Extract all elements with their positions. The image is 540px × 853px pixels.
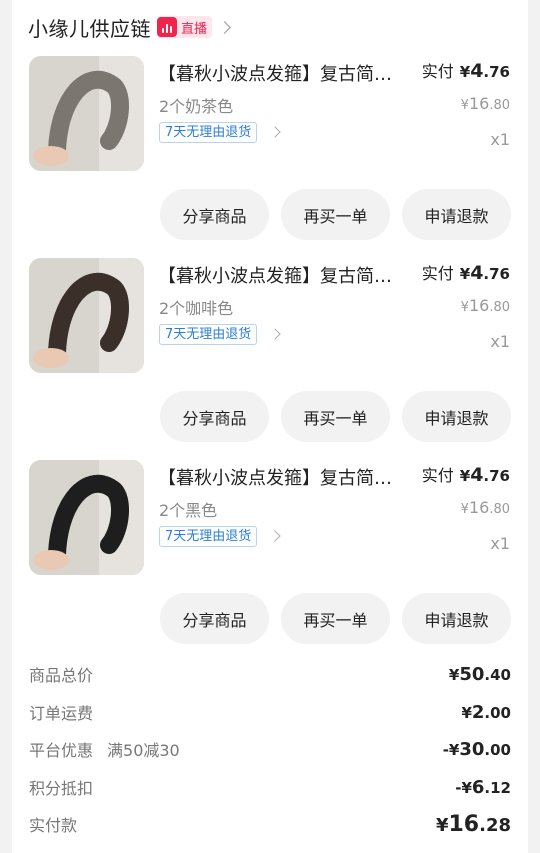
- original-price-decimal: .80: [489, 98, 510, 113]
- shop-header[interactable]: 小缘儿供应链 直播: [28, 12, 231, 42]
- price-symbol: ¥: [459, 265, 471, 283]
- request-refund-button[interactable]: 申请退款: [402, 593, 511, 644]
- product-variant: 2个奶茶色: [159, 97, 234, 116]
- price-integer: 4: [470, 464, 484, 486]
- quantity: x1: [490, 130, 510, 149]
- summary-paid-symbol: ¥: [435, 814, 449, 836]
- share-product-button[interactable]: 分享商品: [160, 391, 269, 442]
- price-decimal: .76: [483, 265, 510, 283]
- price-symbol: ¥: [459, 63, 471, 81]
- summary-shipping-row: 订单运费 ¥2.00: [29, 698, 511, 726]
- original-price-integer: 16: [468, 296, 490, 315]
- product-title[interactable]: 【暮秋小波点发箍】复古简约波点发箍: [158, 464, 408, 490]
- original-price-symbol: ¥: [460, 98, 469, 113]
- price-decimal: .76: [483, 63, 510, 81]
- original-price-decimal: .80: [489, 300, 510, 315]
- summary-total-label: 商品总价: [29, 666, 94, 685]
- original-price-symbol: ¥: [460, 300, 469, 315]
- summary-paid-value: ¥16.28: [436, 812, 511, 837]
- summary-platform-value: -¥ 30.00: [443, 739, 511, 760]
- summary-platform-discount-row: 平台优惠 满50减30 -¥ 30.00: [29, 735, 511, 763]
- product-title[interactable]: 【暮秋小波点发箍】复古简约波点发箍: [158, 60, 408, 86]
- summary-platform-note: 满50减30: [107, 741, 180, 760]
- product-image[interactable]: [29, 56, 144, 171]
- paid-price: 实付 ¥ 4 .76: [422, 462, 510, 486]
- summary-points-decimal: .12: [484, 778, 511, 797]
- summary-total-row: 商品总价 ¥50.40: [29, 660, 511, 688]
- original-price-integer: 16: [468, 498, 490, 517]
- summary-total-symbol: ¥: [448, 665, 460, 684]
- product-image[interactable]: [29, 460, 144, 575]
- paid-price: 实付 ¥ 4 .76: [422, 58, 510, 82]
- summary-shipping-decimal: .00: [484, 703, 511, 722]
- chevron-right-icon[interactable]: [269, 328, 281, 340]
- summary-points-integer: 6: [471, 776, 485, 798]
- request-refund-button[interactable]: 申请退款: [402, 189, 511, 240]
- paid-label: 实付: [421, 466, 454, 485]
- summary-shipping-symbol: ¥: [461, 703, 472, 722]
- summary-paid-integer: 16: [448, 811, 480, 837]
- share-product-button[interactable]: 分享商品: [160, 593, 269, 644]
- return-policy-tag[interactable]: 7天无理由退货: [159, 526, 258, 547]
- summary-platform-labels: 平台优惠 满50减30: [29, 737, 180, 761]
- headband-image: [29, 258, 144, 373]
- original-price-decimal: .80: [489, 502, 510, 517]
- summary-total-integer: 50: [459, 663, 485, 685]
- live-bars-icon: [157, 17, 177, 37]
- request-refund-button[interactable]: 申请退款: [402, 391, 511, 442]
- paid-label: 实付: [421, 264, 454, 283]
- summary-paid-decimal: .28: [479, 814, 511, 836]
- summary-total-decimal: .40: [484, 665, 511, 684]
- chevron-right-icon[interactable]: [269, 126, 281, 138]
- product-title[interactable]: 【暮秋小波点发箍】复古简约波点发箍: [158, 262, 408, 288]
- quantity: x1: [490, 332, 510, 351]
- summary-platform-label: 平台优惠: [29, 741, 94, 760]
- share-product-button[interactable]: 分享商品: [160, 189, 269, 240]
- summary-platform-symbol: -¥: [442, 740, 460, 759]
- product-variant: 2个黑色: [159, 501, 218, 520]
- price-decimal: .76: [483, 467, 510, 485]
- shop-name[interactable]: 小缘儿供应链: [28, 13, 151, 42]
- summary-paid-label: 实付款: [29, 816, 78, 835]
- original-price-integer: 16: [468, 94, 490, 113]
- summary-paid-row: 实付款 ¥16.28: [29, 810, 511, 838]
- price-integer: 4: [470, 262, 484, 284]
- order-item[interactable]: 【暮秋小波点发箍】复古简约波点发箍 2个奶茶色 7天无理由退货 实付 ¥ 4 .…: [12, 56, 528, 256]
- summary-platform-integer: 30: [459, 738, 485, 760]
- summary-platform-decimal: .00: [484, 740, 511, 759]
- summary-points-label: 积分抵扣: [29, 779, 94, 798]
- headband-image: [29, 460, 144, 575]
- headband-image: [29, 56, 144, 171]
- price-symbol: ¥: [459, 467, 471, 485]
- summary-shipping-integer: 2: [471, 701, 485, 723]
- original-price-symbol: ¥: [460, 502, 469, 517]
- quantity: x1: [490, 534, 510, 553]
- original-price: ¥ 16 .80: [461, 296, 510, 315]
- order-item[interactable]: 【暮秋小波点发箍】复古简约波点发箍 2个黑色 7天无理由退货 实付 ¥ 4 .7…: [12, 460, 528, 660]
- summary-points-row: 积分抵扣 -¥ 6.12: [29, 773, 511, 801]
- buy-again-button[interactable]: 再买一单: [281, 189, 390, 240]
- chevron-right-icon[interactable]: [218, 20, 231, 34]
- summary-shipping-label: 订单运费: [29, 704, 94, 723]
- summary-points-value: -¥ 6.12: [455, 777, 511, 798]
- summary-shipping-value: ¥2.00: [461, 702, 511, 723]
- paid-label: 实付: [421, 62, 454, 81]
- original-price: ¥ 16 .80: [461, 94, 510, 113]
- live-badge[interactable]: 直播: [157, 16, 213, 38]
- chevron-right-icon[interactable]: [269, 530, 281, 542]
- order-card: 小缘儿供应链 直播 【暮秋小波点发箍】复古简约波点发箍 2个奶茶色 7天无理由退…: [12, 0, 528, 853]
- return-policy-tag[interactable]: 7天无理由退货: [159, 122, 258, 143]
- buy-again-button[interactable]: 再买一单: [281, 593, 390, 644]
- buy-again-button[interactable]: 再买一单: [281, 391, 390, 442]
- product-image[interactable]: [29, 258, 144, 373]
- paid-price: 实付 ¥ 4 .76: [422, 260, 510, 284]
- price-integer: 4: [470, 60, 484, 82]
- product-variant: 2个咖啡色: [159, 299, 234, 318]
- summary-points-symbol: -¥: [455, 778, 472, 797]
- live-label: 直播: [181, 21, 208, 37]
- return-policy-tag[interactable]: 7天无理由退货: [159, 324, 258, 345]
- original-price: ¥ 16 .80: [461, 498, 510, 517]
- order-item[interactable]: 【暮秋小波点发箍】复古简约波点发箍 2个咖啡色 7天无理由退货 实付 ¥ 4 .…: [12, 258, 528, 458]
- summary-total-value: ¥50.40: [449, 664, 511, 685]
